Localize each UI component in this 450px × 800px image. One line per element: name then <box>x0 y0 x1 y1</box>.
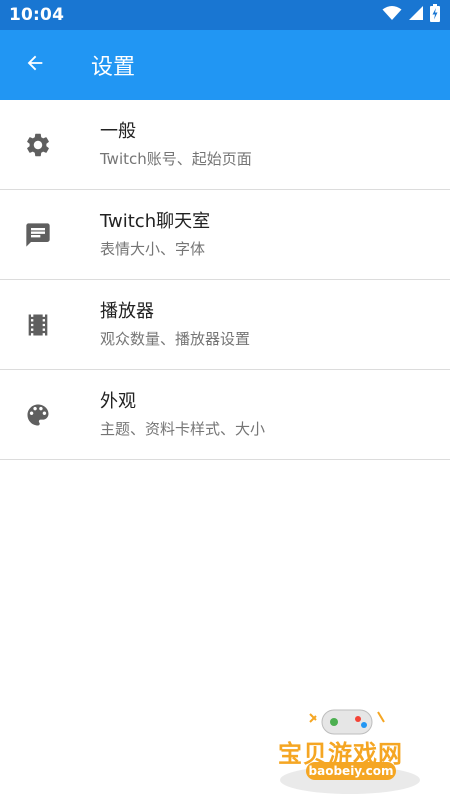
settings-item-text: 外观 主题、资料卡样式、大小 <box>100 390 265 440</box>
status-time: 10:04 <box>9 5 65 25</box>
status-icons <box>382 4 440 26</box>
settings-item-text: 播放器 观众数量、播放器设置 <box>100 300 250 350</box>
watermark-domain: baobeiy.com <box>306 762 396 780</box>
settings-item-title: 播放器 <box>100 300 154 322</box>
arrow-left-icon <box>24 52 46 78</box>
signal-icon <box>408 5 424 25</box>
settings-item-title: 外观 <box>100 390 136 412</box>
settings-item-chat[interactable]: Twitch聊天室 表情大小、字体 <box>0 190 450 280</box>
gear-icon <box>0 100 76 190</box>
page-title: 设置 <box>91 55 136 80</box>
battery-charging-icon <box>430 4 440 26</box>
settings-item-text: Twitch聊天室 表情大小、字体 <box>100 210 210 260</box>
status-bar: 10:04 <box>0 0 450 30</box>
settings-item-general[interactable]: 一般 Twitch账号、起始页面 <box>0 100 450 190</box>
watermark-logo: 宝贝游戏网 baobeiy.com <box>270 700 430 796</box>
settings-list: 一般 Twitch账号、起始页面 Twitch聊天室 表情大小、字体 播放器 观… <box>0 100 450 460</box>
settings-item-subtitle: Twitch账号、起始页面 <box>100 149 252 168</box>
app-bar: 设置 <box>0 30 450 100</box>
settings-item-player[interactable]: 播放器 观众数量、播放器设置 <box>0 280 450 370</box>
settings-item-title: 一般 <box>100 120 136 142</box>
settings-screen: 10:04 设置 一般 Twitch账号、起始页面 Twitch聊天室 表情大小… <box>0 0 450 800</box>
settings-item-appearance[interactable]: 外观 主题、资料卡样式、大小 <box>0 370 450 460</box>
chat-icon <box>0 190 76 280</box>
settings-item-title: Twitch聊天室 <box>100 210 211 232</box>
settings-item-subtitle: 表情大小、字体 <box>100 239 206 258</box>
wifi-icon <box>382 5 402 25</box>
palette-icon <box>0 370 76 460</box>
film-icon <box>0 280 76 370</box>
settings-item-text: 一般 Twitch账号、起始页面 <box>100 120 252 170</box>
settings-item-subtitle: 主题、资料卡样式、大小 <box>100 419 266 438</box>
back-button[interactable] <box>0 30 70 100</box>
settings-item-subtitle: 观众数量、播放器设置 <box>100 329 251 348</box>
